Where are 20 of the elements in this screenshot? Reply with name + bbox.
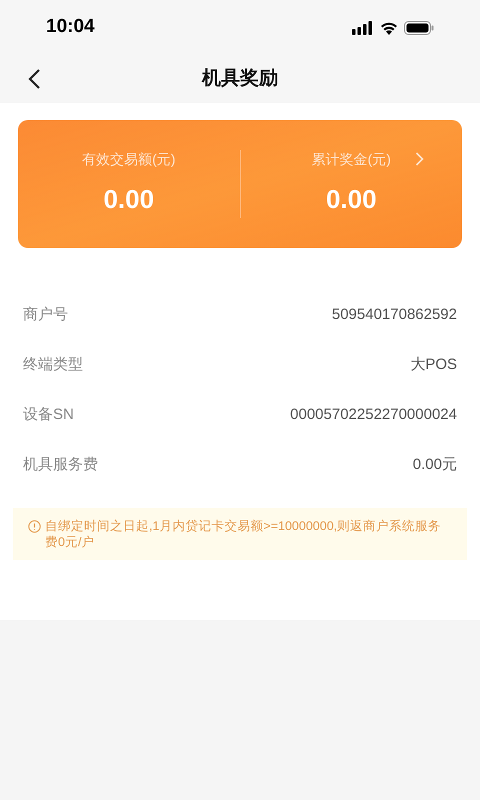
summary-label: 累计奖金(元)	[312, 150, 391, 169]
status-time: 10:04	[46, 15, 95, 40]
detail-value: 0.00元	[412, 454, 457, 475]
page-title: 机具奖励	[202, 66, 278, 91]
notice-text: 自绑定时间之日起,1月内贷记卡交易额>=10000000,则返商户系统服务费0元/户	[45, 518, 442, 550]
summary-value: 0.00	[103, 183, 154, 216]
detail-label: 设备SN	[23, 404, 74, 425]
summary-label: 有效交易额(元)	[82, 150, 176, 169]
detail-value: 509540170862592	[332, 304, 457, 325]
signal-icon	[352, 20, 374, 34]
back-icon	[27, 68, 41, 90]
detail-value: 00005702252270000024	[290, 404, 457, 425]
detail-label: 机具服务费	[23, 454, 98, 475]
detail-label: 终端类型	[23, 354, 83, 375]
info-icon	[28, 520, 41, 533]
detail-value: 大POS	[410, 354, 457, 375]
summary-value: 0.00	[326, 183, 377, 216]
wifi-icon	[380, 20, 398, 34]
detail-label: 商户号	[23, 304, 68, 325]
battery-icon	[404, 20, 434, 34]
